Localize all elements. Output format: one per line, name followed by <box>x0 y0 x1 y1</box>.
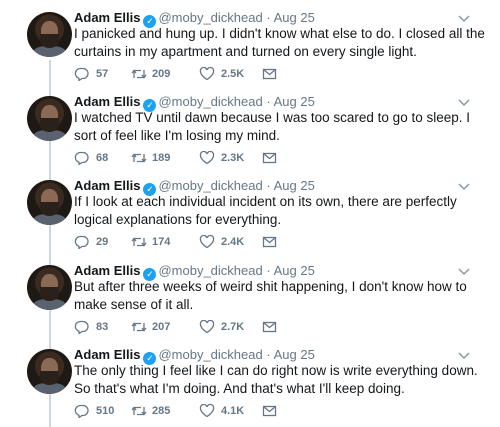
tweet[interactable]: Adam Ellis ✓ @moby_dickhead · Aug 25 I wat… <box>0 84 500 168</box>
tweet[interactable]: Adam Ellis ✓ @moby_dickhead · Aug 25 I pan… <box>0 0 500 84</box>
avatar[interactable] <box>27 349 72 394</box>
retweet-icon <box>131 406 147 416</box>
author-handle[interactable]: @moby_dickhead <box>158 94 262 109</box>
heart-icon <box>199 235 215 249</box>
separator: · <box>266 347 271 362</box>
chevron-down-icon[interactable] <box>458 12 470 24</box>
chevron-down-icon[interactable] <box>458 180 470 192</box>
tweet-text: I watched TV until dawn because I was to… <box>74 110 470 143</box>
envelope-icon <box>262 236 277 248</box>
reply-count: 83 <box>96 321 109 333</box>
retweet-count: 174 <box>152 236 171 248</box>
like-count: 2.5K <box>221 68 245 80</box>
tweet-text: The only thing I feel like I can do righ… <box>74 363 478 396</box>
tweet-date[interactable]: Aug 25 <box>274 347 315 362</box>
reply-icon <box>74 235 89 249</box>
reply-icon <box>74 320 89 334</box>
like-count: 2.4K <box>221 236 245 248</box>
author-name[interactable]: Adam Ellis <box>74 94 140 109</box>
reply-icon <box>74 404 89 418</box>
heart-icon <box>199 404 215 418</box>
tweet[interactable]: Adam Ellis ✓ @moby_dickhead · Aug 25 But a… <box>0 253 500 337</box>
author-name[interactable]: Adam Ellis <box>74 347 140 362</box>
author-handle[interactable]: @moby_dickhead <box>158 178 262 193</box>
retweet-icon <box>131 69 147 79</box>
separator: · <box>266 94 271 109</box>
envelope-icon <box>262 405 277 417</box>
avatar[interactable] <box>27 180 72 225</box>
tweet-date[interactable]: Aug 25 <box>274 263 315 278</box>
avatar[interactable] <box>27 265 72 310</box>
author-handle[interactable]: @moby_dickhead <box>158 10 262 25</box>
reply-count: 510 <box>96 405 115 417</box>
envelope-icon <box>262 321 277 333</box>
author-handle[interactable]: @moby_dickhead <box>158 347 262 362</box>
retweet-count: 189 <box>152 152 171 164</box>
reply-icon <box>74 67 89 81</box>
tweet-date[interactable]: Aug 25 <box>274 178 315 193</box>
tweet-text: If I look at each individual incident on… <box>74 194 457 227</box>
tweet-text: But after three weeks of weird shit happ… <box>74 279 467 312</box>
reply-count: 29 <box>96 236 109 248</box>
retweet-icon <box>131 153 147 163</box>
heart-icon <box>199 320 215 334</box>
chevron-down-icon[interactable] <box>458 96 470 108</box>
author-name[interactable]: Adam Ellis <box>74 178 140 193</box>
tweet[interactable]: Adam Ellis ✓ @moby_dickhead · Aug 25 If I … <box>0 168 500 252</box>
retweet-count: 207 <box>152 321 171 333</box>
envelope-icon <box>262 152 277 164</box>
retweet-icon <box>131 237 147 247</box>
author-handle[interactable]: @moby_dickhead <box>158 263 262 278</box>
author-name[interactable]: Adam Ellis <box>74 263 140 278</box>
retweet-count: 209 <box>152 68 171 80</box>
author-name[interactable]: Adam Ellis <box>74 10 140 25</box>
tweet[interactable]: Adam Ellis ✓ @moby_dickhead · Aug 25 The o… <box>0 337 500 421</box>
heart-icon <box>199 151 215 165</box>
chevron-down-icon[interactable] <box>458 349 470 361</box>
heart-icon <box>199 67 215 81</box>
reply-count: 57 <box>96 68 109 80</box>
retweet-icon <box>131 322 147 332</box>
reply-icon <box>74 151 89 165</box>
avatar[interactable] <box>27 96 72 141</box>
separator: · <box>266 263 271 278</box>
tweet-text: I panicked and hung up. I didn't know wh… <box>74 26 485 59</box>
like-count: 2.3K <box>221 152 245 164</box>
chevron-down-icon[interactable] <box>458 265 470 277</box>
tweet-date[interactable]: Aug 25 <box>274 94 315 109</box>
separator: · <box>266 178 271 193</box>
avatar[interactable] <box>27 12 72 57</box>
retweet-count: 285 <box>152 405 171 417</box>
like-count: 4.1K <box>221 405 245 417</box>
envelope-icon <box>262 68 277 80</box>
like-count: 2.7K <box>221 321 245 333</box>
tweet-date[interactable]: Aug 25 <box>274 10 315 25</box>
separator: · <box>266 10 271 25</box>
reply-count: 68 <box>96 152 109 164</box>
